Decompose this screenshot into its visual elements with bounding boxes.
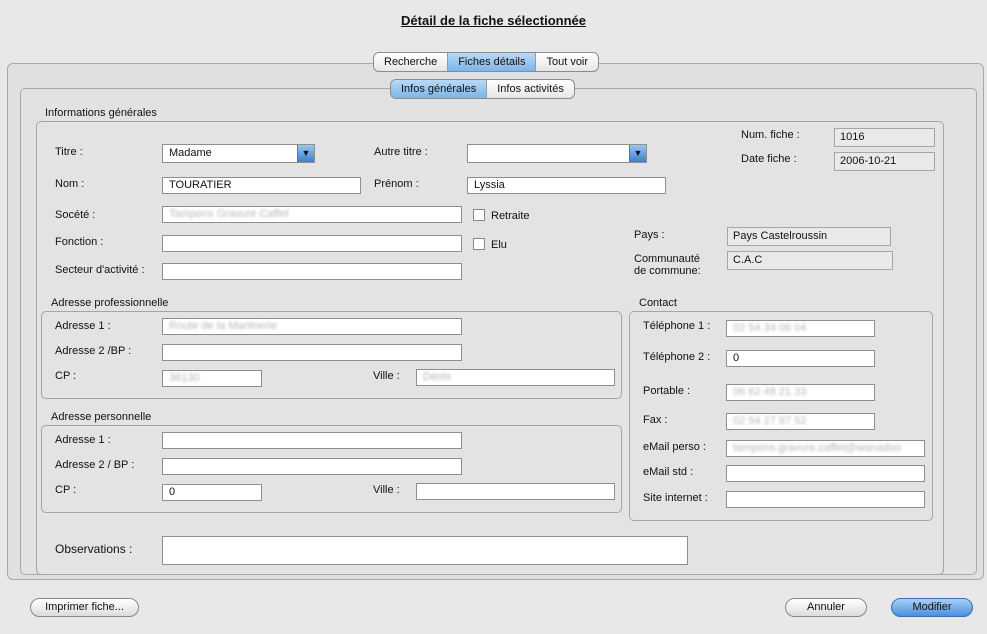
autre-titre-select[interactable]: ▼ [467,144,647,163]
perso-adresse1-label: Adresse 1 : [55,434,111,446]
societe-value: Tampons Gravure Caffet [169,208,289,220]
perso-adresse1-input[interactable] [162,432,462,449]
secteur-label: Secteur d'activité : [55,264,145,276]
num-fiche-field: 1016 [834,128,935,147]
tab-tout-voir[interactable]: Tout voir [536,53,598,71]
perso-ville-label: Ville : [373,484,400,496]
tel1-input[interactable]: 02 54 34 06 04 [726,320,875,337]
pro-address-title: Adresse professionnelle [51,297,169,309]
nom-label: Nom : [55,178,85,190]
print-button[interactable]: Imprimer fiche... [30,598,139,617]
retraite-checkbox[interactable] [473,209,485,221]
main-tabs: Recherche Fiches détails Tout voir [373,52,600,72]
date-fiche-label: Date fiche : [741,153,797,165]
elu-label: Elu [491,239,507,251]
perso-cp-input[interactable]: 0 [162,484,262,501]
pro-cp-label: CP : [55,370,77,382]
nom-input[interactable]: TOURATIER [162,177,361,194]
chevron-down-icon: ▼ [629,145,646,162]
tab-recherche[interactable]: Recherche [374,53,449,71]
tab-fiches-details[interactable]: Fiches détails [448,53,537,71]
window-title: Détail de la fiche sélectionnée [401,13,586,28]
perso-address-title: Adresse personnelle [51,411,152,423]
elu-checkbox[interactable] [473,238,485,250]
perso-cp-label: CP : [55,484,77,496]
fax-label: Fax : [643,414,668,426]
titre-select[interactable]: Madame ▼ [162,144,315,163]
email-perso-input[interactable]: tampons.gravure.caffet@wanadoo [726,440,925,457]
secteur-input[interactable] [162,263,462,280]
pro-adresse2-input[interactable] [162,344,462,361]
pro-adresse1-label: Adresse 1 : [55,320,111,332]
pro-ville-label: Ville : [373,370,400,382]
date-fiche-field: 2006-10-21 [834,152,935,171]
cancel-button[interactable]: Annuler [785,598,867,617]
communaute-label-2: de commune: [634,265,701,277]
email-perso-label: eMail perso : [643,441,706,453]
contact-title: Contact [639,297,677,309]
fax-input[interactable]: 02 54 27 97 52 [726,413,875,430]
tel1-label: Téléphone 1 : [643,320,711,332]
modify-button[interactable]: Modifier [891,598,973,617]
chevron-down-icon: ▼ [297,145,314,162]
tel2-label: Téléphone 2 : [643,351,711,363]
email-perso-value: tampons.gravure.caffet@wanadoo [733,442,902,454]
perso-adresse2-label: Adresse 2 / BP : [55,459,135,471]
pro-cp-input[interactable]: 36130 [162,370,262,387]
num-fiche-label: Num. fiche : [741,129,800,141]
site-label: Site internet : [643,492,708,504]
tel2-input[interactable]: 0 [726,350,875,367]
societe-input[interactable]: Tampons Gravure Caffet [162,206,462,223]
portable-value: 06 62 48 21 33 [733,386,807,398]
titre-label: Titre : [55,146,83,158]
pro-cp-value: 36130 [169,372,200,384]
portable-label: Portable : [643,385,691,397]
pro-adresse1-input[interactable]: Route de la Martinerie [162,318,462,335]
tel1-value: 02 54 34 06 04 [733,322,807,334]
perso-ville-input[interactable] [416,483,615,500]
prenom-label: Prénom : [374,178,419,190]
fonction-input[interactable] [162,235,462,252]
portable-input[interactable]: 06 62 48 21 33 [726,384,875,401]
pro-ville-input[interactable]: Déols [416,369,615,386]
observations-input[interactable] [162,536,688,565]
perso-adresse2-input[interactable] [162,458,462,475]
sub-tabs: Infos générales Infos activités [390,79,575,99]
prenom-input[interactable]: Lyssia [467,177,666,194]
observations-label: Observations : [55,542,133,556]
pro-ville-value: Déols [423,371,452,383]
pro-adresse1-value: Route de la Martinerie [169,320,278,332]
site-input[interactable] [726,491,925,508]
tab-infos-activites[interactable]: Infos activités [487,80,574,98]
pays-field: Pays Castelroussin [727,227,891,246]
pays-label: Pays : [634,229,665,241]
communaute-label-1: Communauté [634,253,701,265]
titre-select-value: Madame [169,147,212,159]
autre-titre-label: Autre titre : [374,146,428,158]
fax-value: 02 54 27 97 52 [733,415,807,427]
societe-label: Socété : [55,209,96,221]
general-group-title: Informations générales [45,107,157,119]
communaute-field: C.A.C [727,251,893,270]
retraite-label: Retraite [491,210,530,222]
fonction-label: Fonction : [55,236,104,248]
pro-adresse2-label: Adresse 2 /BP : [55,345,132,357]
email-std-label: eMail std : [643,466,694,478]
tab-infos-generales[interactable]: Infos générales [391,80,488,98]
email-std-input[interactable] [726,465,925,482]
